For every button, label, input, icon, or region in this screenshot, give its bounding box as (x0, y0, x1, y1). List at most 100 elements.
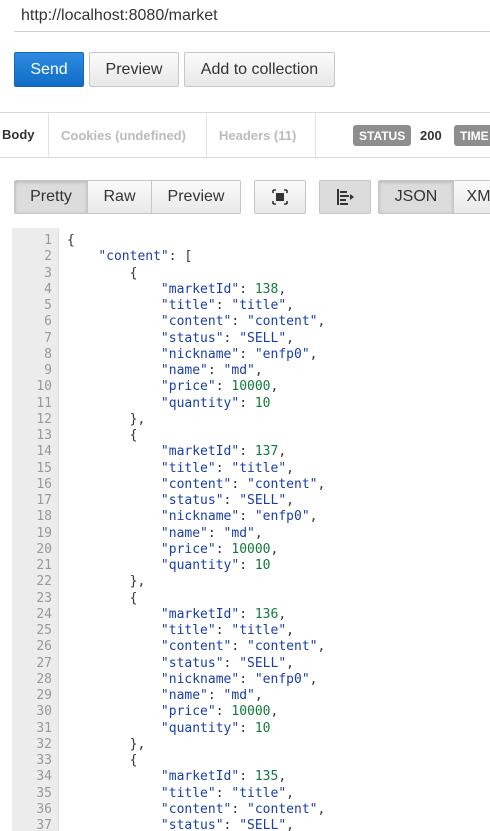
line-number: 15 (36, 460, 52, 476)
status-code: 200 (420, 128, 442, 143)
wrap-button[interactable] (254, 180, 306, 214)
code-text: "name": "md", (160, 363, 263, 378)
line-number: 10 (36, 379, 52, 395)
line-number: 18 (36, 509, 52, 525)
indent-button[interactable] (319, 180, 371, 214)
code-line: 3 { (12, 266, 490, 282)
line-number: 33 (36, 753, 52, 768)
line-number: 20 (36, 541, 52, 557)
code-text: "marketId": 138, (160, 281, 287, 297)
add-to-collection-button[interactable]: Add to collection (184, 52, 335, 87)
line-number: 12 (36, 411, 52, 427)
code-line: 13 { (12, 428, 490, 444)
line-number: 1 (44, 233, 52, 248)
code-line: 14 "marketId": 137, (12, 444, 490, 460)
code-line: 15 "title": "title", (12, 461, 490, 477)
tab-headers[interactable]: Headers (11) (207, 113, 316, 157)
line-number: 31 (36, 720, 52, 736)
line-number: 13 (36, 428, 52, 443)
send-button[interactable]: Send (14, 52, 84, 87)
code-line: 8 "nickname": "enfp0", (12, 347, 490, 363)
response-tabs: Body Cookies (undefined) Headers (11) ST… (0, 112, 490, 158)
code-line: 27 "status": "SELL", (12, 656, 490, 672)
code-text: "content": "content", (160, 639, 326, 655)
code-line: 29 "name": "md", (12, 688, 490, 704)
code-text: "quantity": 10 (160, 720, 271, 736)
code-lines: 1{2 "content": [3 {4 "marketId": 138, 5 "… (12, 233, 490, 831)
response-body-editor[interactable]: 1{2 "content": [3 {4 "marketId": 138, 5 "… (12, 228, 490, 831)
line-number: 26 (36, 639, 52, 655)
line-number: 21 (36, 558, 52, 573)
code-text: }, (67, 411, 146, 427)
code-line: 1{ (12, 233, 490, 249)
code-text: }, (67, 574, 146, 590)
code-text: "marketId": 137, (160, 444, 287, 460)
code-text: { (67, 753, 138, 768)
code-line: 22 }, (12, 574, 490, 590)
code-text: "marketId": 136, (160, 606, 287, 622)
line-number: 35 (36, 785, 52, 801)
code-line: 20 "price": 10000, (12, 542, 490, 558)
code-line: 30 "price": 10000, (12, 704, 490, 720)
line-number: 29 (36, 688, 52, 703)
line-number: 27 (36, 655, 52, 671)
line-number: 19 (36, 525, 52, 541)
code-line: 18 "nickname": "enfp0", (12, 509, 490, 525)
code-line: 23 { (12, 591, 490, 607)
code-text: "quantity": 10 (160, 558, 271, 573)
format-json-button[interactable]: JSON (378, 180, 454, 214)
code-line: 26 "content": "content", (12, 639, 490, 655)
line-number: 37 (36, 818, 52, 831)
code-text: { (67, 590, 138, 606)
code-text: "nickname": "enfp0", (160, 509, 318, 525)
line-number: 24 (36, 606, 52, 622)
line-number: 30 (36, 704, 52, 720)
code-line: 12 }, (12, 412, 490, 428)
code-line: 35 "title": "title", (12, 786, 490, 802)
code-line: 5 "title": "title", (12, 298, 490, 314)
line-number: 5 (44, 298, 52, 313)
url-input[interactable]: http://localhost:8080/market (14, 0, 490, 32)
code-line: 2 "content": [ (12, 249, 490, 265)
wrap-icon (272, 189, 288, 205)
view-pretty-button[interactable]: Pretty (14, 180, 88, 214)
code-line: 28 "nickname": "enfp0", (12, 672, 490, 688)
code-line: 33 { (12, 753, 490, 769)
code-line: 4 "marketId": 138, (12, 282, 490, 298)
code-line: 34 "marketId": 135, (12, 769, 490, 785)
tab-cookies[interactable]: Cookies (undefined) (49, 113, 207, 157)
view-preview-button[interactable]: Preview (151, 180, 241, 214)
code-text: "price": 10000, (160, 379, 279, 395)
code-line: 36 "content": "content", (12, 802, 490, 818)
code-line: 9 "name": "md", (12, 363, 490, 379)
line-number: 4 (44, 281, 52, 297)
code-text: "status": "SELL", (160, 330, 294, 346)
code-text: "title": "title", (160, 298, 294, 313)
view-raw-button[interactable]: Raw (87, 180, 152, 214)
line-number: 11 (36, 395, 52, 411)
line-number: 25 (36, 623, 52, 638)
line-number: 2 (44, 249, 52, 265)
code-text: "content": [ (98, 249, 193, 265)
tab-body[interactable]: Body (0, 113, 49, 157)
preview-button[interactable]: Preview (89, 52, 179, 87)
code-text: { (67, 265, 138, 281)
code-line: 37 "status": "SELL", (12, 818, 490, 831)
code-line: 17 "status": "SELL", (12, 493, 490, 509)
indent-icon (337, 189, 354, 205)
code-text: "nickname": "enfp0", (160, 671, 318, 687)
code-text: "quantity": 10 (160, 395, 271, 411)
code-line: 21 "quantity": 10 (12, 558, 490, 574)
code-text: "title": "title", (160, 623, 294, 638)
line-number: 14 (36, 444, 52, 460)
format-xml-button[interactable]: XML (453, 180, 490, 214)
line-number: 36 (36, 801, 52, 817)
code-line: 10 "price": 10000, (12, 379, 490, 395)
code-line: 19 "name": "md", (12, 526, 490, 542)
code-text: "price": 10000, (160, 541, 279, 557)
code-text: "name": "md", (160, 688, 263, 703)
code-text: "title": "title", (160, 460, 294, 476)
code-line: 11 "quantity": 10 (12, 396, 490, 412)
line-number: 34 (36, 769, 52, 785)
line-number: 17 (36, 493, 52, 508)
